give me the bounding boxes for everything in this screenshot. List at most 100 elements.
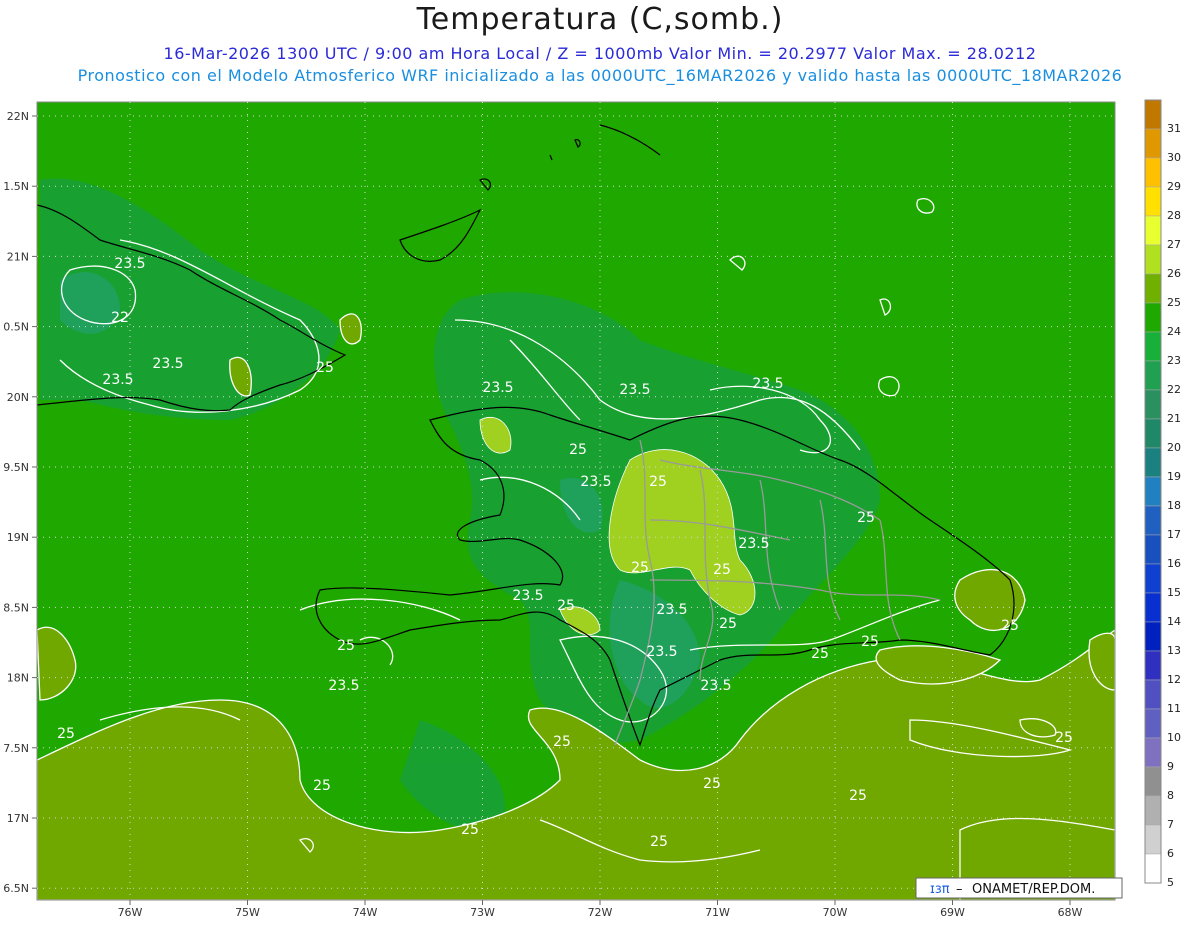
contour-label: 25 bbox=[316, 360, 334, 376]
colorbar-swatch bbox=[1144, 824, 1162, 855]
lat-label: 0.5N bbox=[3, 321, 29, 334]
colorbar-label: 16 bbox=[1167, 557, 1181, 570]
colorbar-label: 30 bbox=[1167, 151, 1181, 164]
lat-label: 21N bbox=[7, 250, 29, 263]
colorbar-swatch bbox=[1144, 360, 1162, 391]
map-field bbox=[37, 102, 1115, 900]
temperature-map: 76W 75W 74W 73W 72W 71W 70W 69W 68W 22N 1.5N 21N 0.5… bbox=[3, 99, 1181, 919]
colorbar-label: 19 bbox=[1167, 470, 1181, 483]
colorbar-swatch bbox=[1144, 679, 1162, 710]
lat-label: 6.5N bbox=[3, 882, 29, 895]
lat-label: 22N bbox=[7, 110, 29, 123]
contour-label: 23.5 bbox=[580, 474, 611, 490]
contour-label: 22 bbox=[111, 310, 129, 326]
lat-label: 8.5N bbox=[3, 601, 29, 614]
contour-label: 23.5 bbox=[512, 588, 543, 604]
colorbar-swatch bbox=[1144, 418, 1162, 449]
contour-label: 25 bbox=[649, 474, 667, 490]
colorbar-label: 7 bbox=[1167, 818, 1174, 831]
colorbar-swatch bbox=[1144, 244, 1162, 275]
lon-label: 71W bbox=[705, 906, 730, 919]
colorbar-label: 20 bbox=[1167, 441, 1181, 454]
contour-label: 25 bbox=[650, 834, 668, 850]
colorbar-swatch bbox=[1144, 157, 1162, 188]
colorbar-swatch bbox=[1144, 447, 1162, 478]
contour-label: 25 bbox=[553, 734, 571, 750]
colorbar-swatch bbox=[1144, 708, 1162, 739]
colorbar-swatch bbox=[1144, 331, 1162, 362]
contour-label: 25 bbox=[811, 646, 829, 662]
lat-label: 9.5N bbox=[3, 461, 29, 474]
colorbar-swatch bbox=[1144, 128, 1162, 159]
onamet-logo-icon: ɪɜπ bbox=[930, 882, 950, 897]
lat-label: 1.5N bbox=[3, 180, 29, 193]
svg-text:–: – bbox=[956, 882, 963, 897]
contour-label: 25 bbox=[849, 788, 867, 804]
contour-label: 25 bbox=[631, 560, 649, 576]
colorbar-swatch bbox=[1144, 563, 1162, 594]
lon-label: 72W bbox=[588, 906, 613, 919]
colorbar-swatch bbox=[1144, 621, 1162, 652]
lat-label: 7.5N bbox=[3, 742, 29, 755]
colorbar-swatch bbox=[1144, 99, 1162, 130]
colorbar-label: 15 bbox=[1167, 586, 1181, 599]
lat-label: 18N bbox=[7, 672, 29, 685]
colorbar-label: 25 bbox=[1167, 296, 1181, 309]
lon-label: 68W bbox=[1058, 906, 1083, 919]
colorbar-swatch bbox=[1144, 215, 1162, 246]
colorbar-swatch bbox=[1144, 273, 1162, 304]
lat-label: 19N bbox=[7, 531, 29, 544]
colorbar-swatch bbox=[1144, 853, 1162, 884]
contour-label: 23.5 bbox=[700, 678, 731, 694]
contour-label: 23.5 bbox=[656, 602, 687, 618]
lat-label: 20N bbox=[7, 391, 29, 404]
lon-label: 76W bbox=[118, 906, 143, 919]
colorbar-swatch bbox=[1144, 737, 1162, 768]
contour-label: 23.5 bbox=[114, 256, 145, 272]
colorbar-label: 29 bbox=[1167, 180, 1181, 193]
lon-label: 70W bbox=[823, 906, 848, 919]
colorbar-swatch bbox=[1144, 534, 1162, 565]
contour-label: 23.5 bbox=[102, 372, 133, 388]
colorbar-label: 26 bbox=[1167, 267, 1181, 280]
contour-label: 25 bbox=[1055, 730, 1073, 746]
colorbar-label: 31 bbox=[1167, 122, 1181, 135]
colorbar-swatch bbox=[1144, 186, 1162, 217]
credit-box: ɪɜπ – ONAMET/REP.DOM. bbox=[915, 877, 1123, 899]
colorbar-swatch bbox=[1144, 592, 1162, 623]
colorbar-label: 22 bbox=[1167, 383, 1181, 396]
colorbar-swatch bbox=[1144, 302, 1162, 333]
contour-label: 23.5 bbox=[619, 382, 650, 398]
colorbar-label: 12 bbox=[1167, 673, 1181, 686]
contour-label: 25 bbox=[857, 510, 875, 526]
contour-label: 23.5 bbox=[152, 356, 183, 372]
colorbar-label: 6 bbox=[1167, 847, 1174, 860]
colorbar-label: 24 bbox=[1167, 325, 1181, 338]
colorbar-label: 23 bbox=[1167, 354, 1181, 367]
colorbar-swatch bbox=[1144, 766, 1162, 797]
contour-label: 25 bbox=[713, 562, 731, 578]
contour-label: 25 bbox=[337, 638, 355, 654]
colorbar-label: 11 bbox=[1167, 702, 1181, 715]
contour-label: 25 bbox=[569, 442, 587, 458]
colorbar-label: 13 bbox=[1167, 644, 1181, 657]
contour-label: 25 bbox=[1001, 618, 1019, 634]
colorbar-label: 21 bbox=[1167, 412, 1181, 425]
colorbar-label: 10 bbox=[1167, 731, 1181, 744]
colorbar-swatch bbox=[1144, 795, 1162, 826]
colorbar-swatch bbox=[1144, 476, 1162, 507]
contour-label: 23.5 bbox=[646, 644, 677, 660]
colorbar-label: 5 bbox=[1167, 876, 1174, 889]
colorbar-label: 17 bbox=[1167, 528, 1181, 541]
contour-label: 23.5 bbox=[482, 380, 513, 396]
lat-label: 17N bbox=[7, 812, 29, 825]
colorbar-label: 27 bbox=[1167, 238, 1181, 251]
lon-label: 75W bbox=[235, 906, 260, 919]
lon-label: 73W bbox=[470, 906, 495, 919]
contour-label: 25 bbox=[557, 598, 575, 614]
colorbar-label: 28 bbox=[1167, 209, 1181, 222]
contour-label: 23.5 bbox=[752, 376, 783, 392]
contour-label: 25 bbox=[57, 726, 75, 742]
contour-label: 23.5 bbox=[738, 536, 769, 552]
colorbar-label: 9 bbox=[1167, 760, 1174, 773]
